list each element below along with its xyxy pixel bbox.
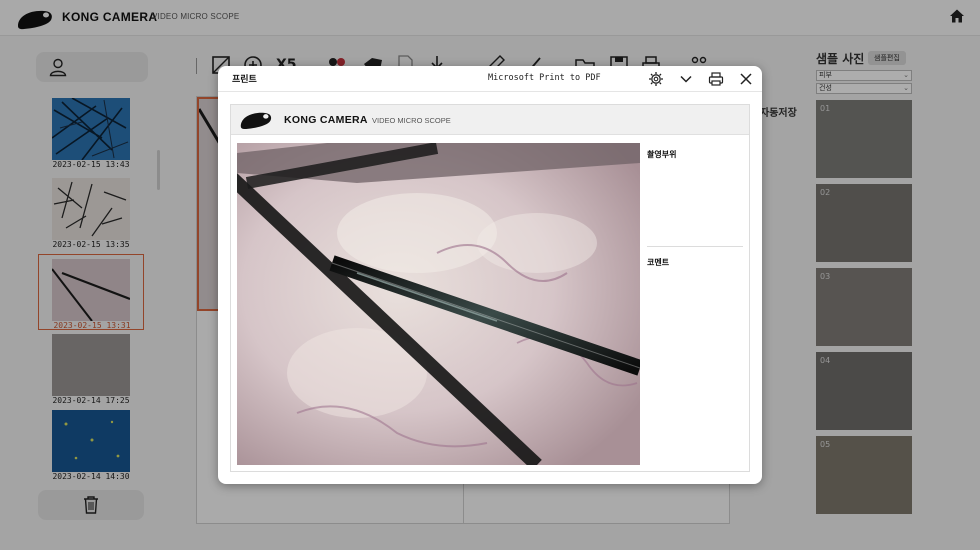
preview-divider [647, 246, 743, 247]
printer-icon[interactable] [708, 71, 724, 87]
print-dialog-title: 프린트 [232, 75, 257, 85]
kong-logo [240, 112, 272, 130]
preview-brand: KONG CAMERA [284, 114, 368, 126]
capture-area-label: 촬영부위 [647, 150, 677, 159]
printer-name[interactable]: Microsoft Print to PDF [488, 73, 601, 83]
print-dialog: 프린트 Microsoft Print to PDF KONG CAMERA V… [218, 66, 762, 484]
preview-subtitle: VIDEO MICRO SCOPE [372, 116, 451, 125]
comment-label: 코멘트 [647, 258, 670, 267]
close-icon[interactable] [738, 71, 754, 87]
settings-gear-icon[interactable] [648, 71, 664, 87]
chevron-down-icon[interactable] [678, 71, 694, 87]
microscope-image [237, 143, 640, 465]
print-dialog-header: 프린트 Microsoft Print to PDF [218, 66, 762, 92]
print-preview-header: KONG CAMERA VIDEO MICRO SCOPE [231, 105, 749, 135]
print-preview-page: KONG CAMERA VIDEO MICRO SCOPE 촬영부위 코멘트 [230, 104, 750, 472]
